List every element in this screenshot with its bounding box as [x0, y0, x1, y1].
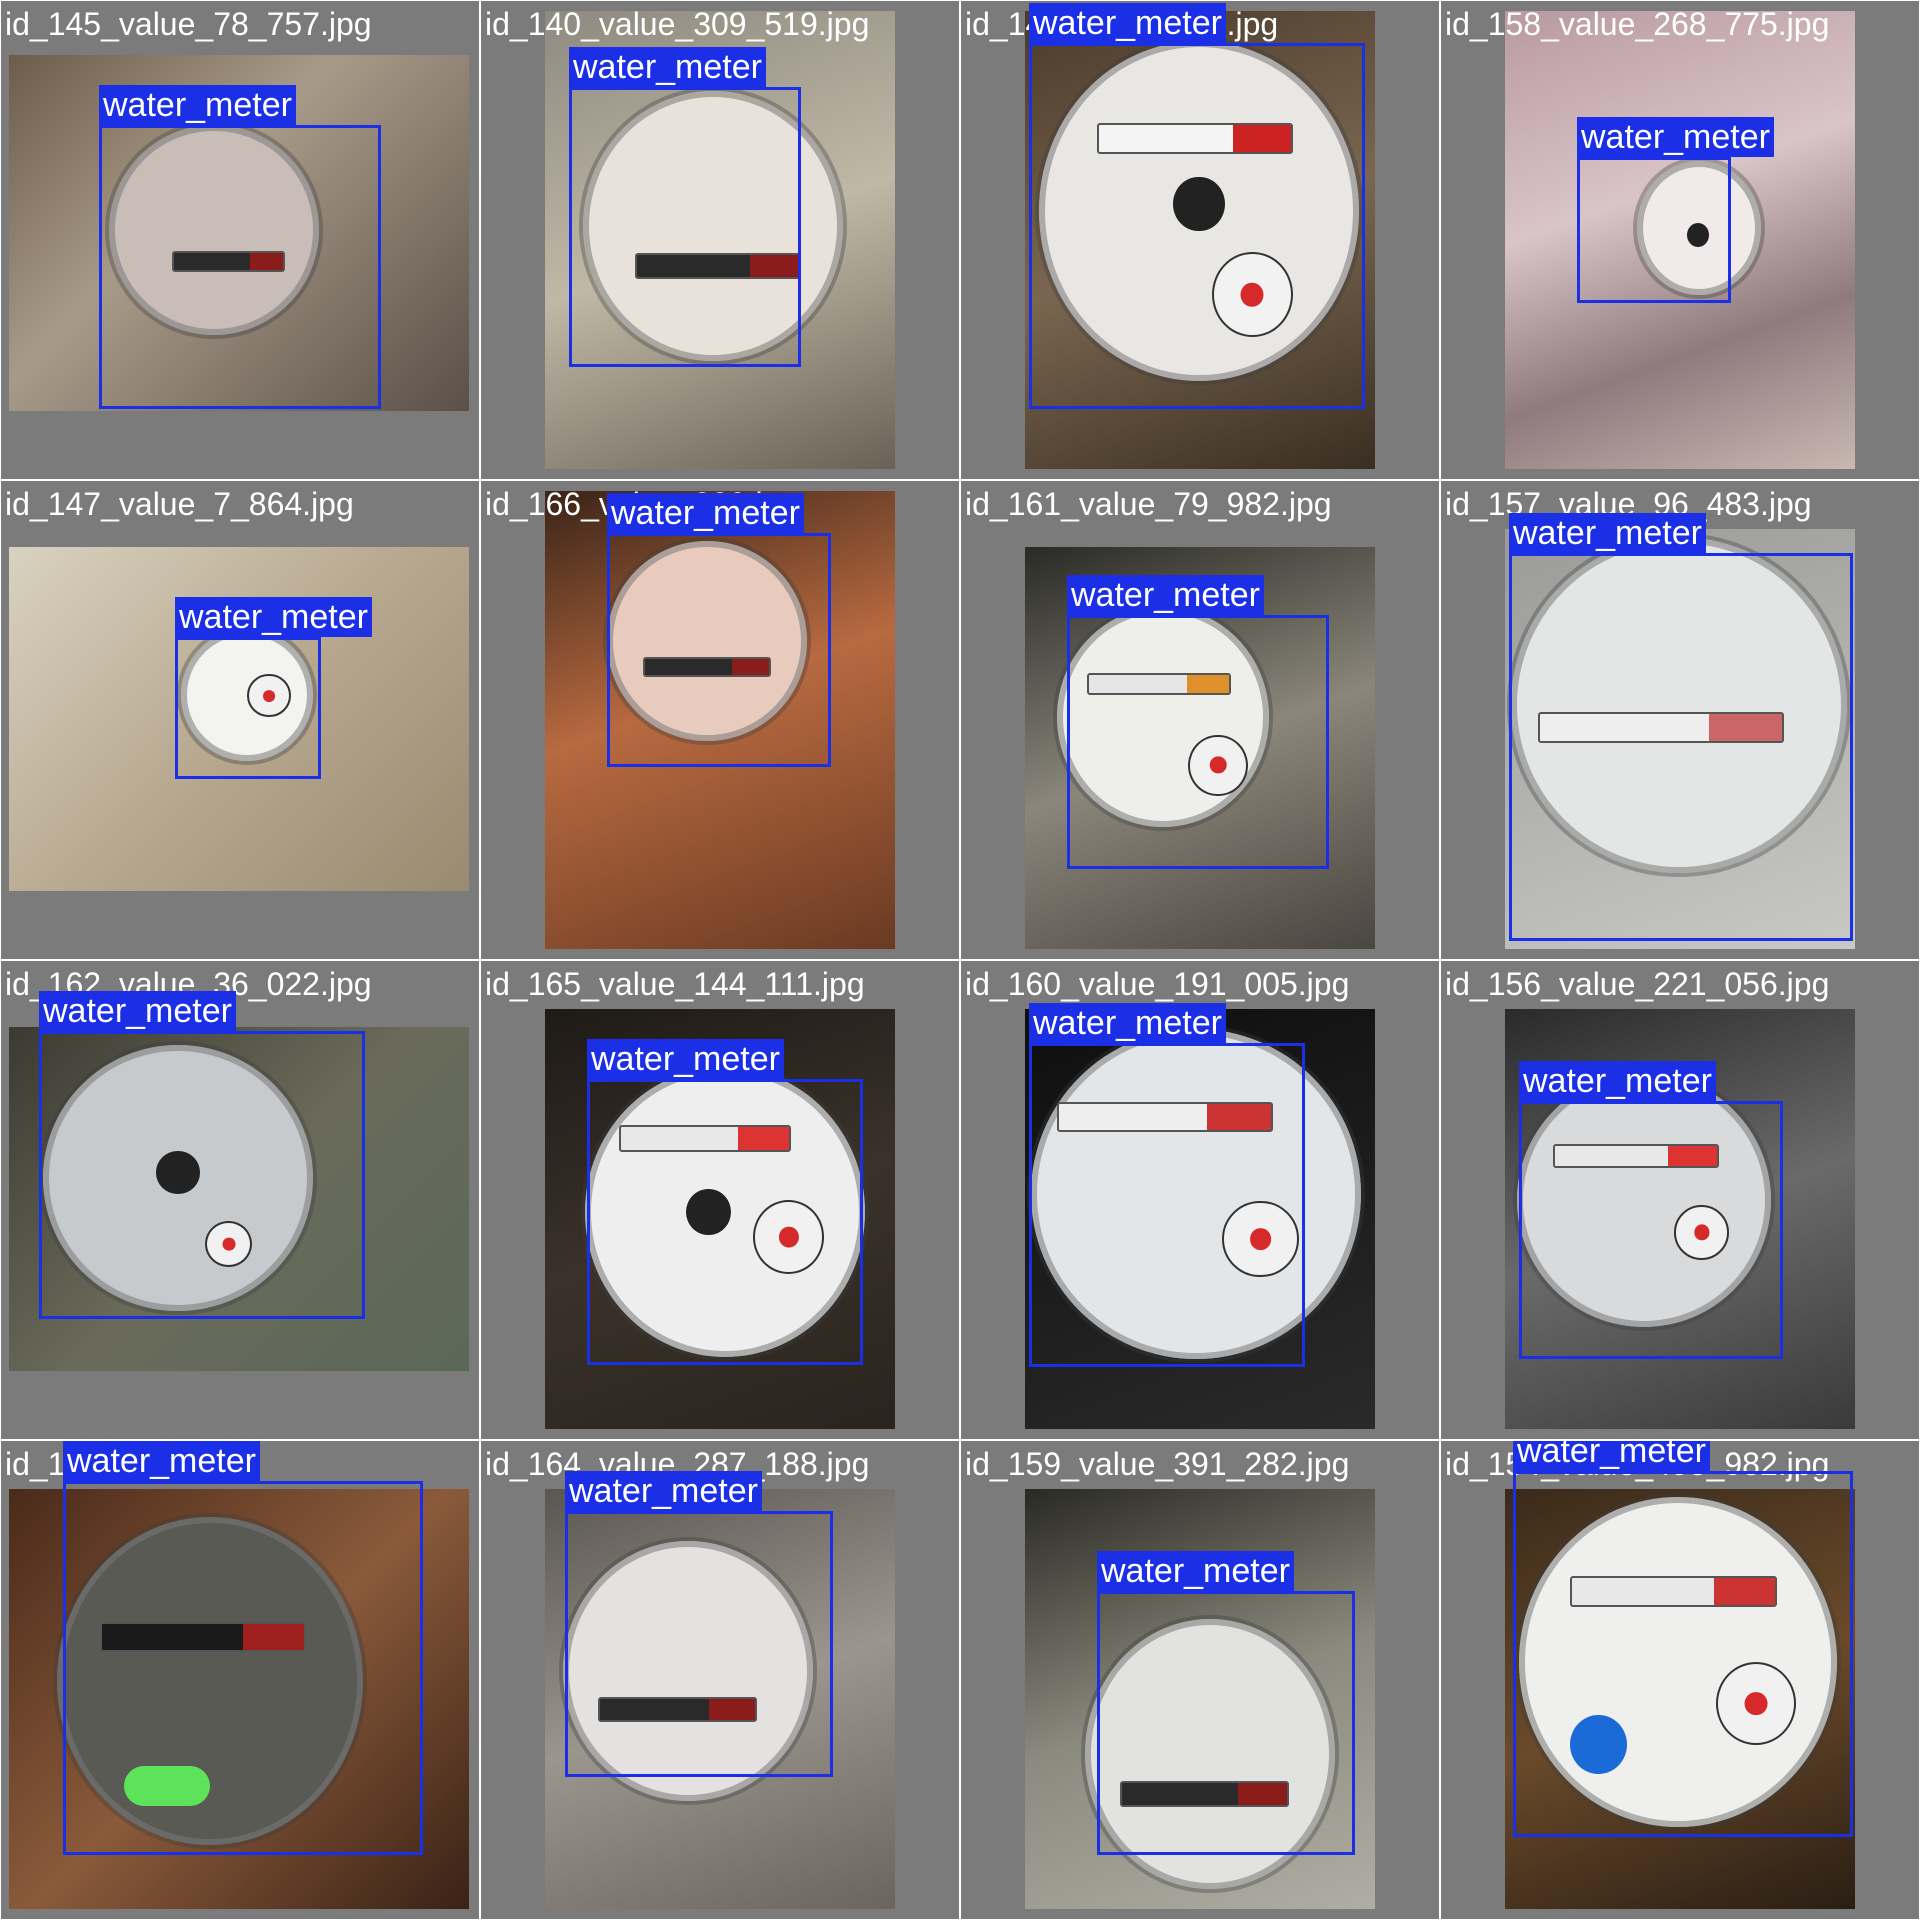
detection-label: water_meter — [1067, 575, 1264, 615]
detection-grid: id_145_value_78_757.jpg water_meter id_1… — [0, 0, 1920, 1920]
detection-label: water_meter — [39, 991, 236, 1031]
image-tile: id_157_value_96_483.jpg water_meter — [1441, 481, 1919, 959]
image-tile: id_162_value_36_022.jpg water_meter — [1, 961, 479, 1439]
image-filename: id_140_value_309_519.jpg — [485, 6, 870, 42]
detection-box — [1029, 43, 1365, 409]
image-tile: id_145_value_78_757.jpg water_meter — [1, 1, 479, 479]
detection-label: water_meter — [565, 1471, 762, 1511]
image-filename: id_159_value_391_282.jpg — [965, 1446, 1350, 1482]
detection-label: water_meter — [1029, 1003, 1226, 1043]
detection-box — [607, 533, 831, 767]
image-filename: id_160_value_191_005.jpg — [965, 966, 1350, 1002]
detection-label: water_meter — [99, 85, 296, 125]
image-tile: id_165_value_144_111.jpg water_meter — [481, 961, 959, 1439]
detection-box — [1519, 1101, 1783, 1359]
image-tile: id_158_value_268_775.jpg water_meter — [1441, 1, 1919, 479]
detection-box — [1067, 615, 1329, 869]
detection-label: water_meter — [175, 597, 372, 637]
detection-box — [565, 1511, 833, 1777]
detection-box — [569, 87, 801, 367]
image-filename: id_161_value_79_982.jpg — [965, 486, 1332, 522]
detection-box — [1029, 1043, 1305, 1367]
image-filename: id_158_value_268_775.jpg — [1445, 6, 1830, 42]
image-tile: id_147_value_7_864.jpg water_meter — [1, 481, 479, 959]
detection-box — [175, 637, 321, 779]
image-tile: id_156_value_221_056.jpg water_meter — [1441, 961, 1919, 1439]
detection-label: water_meter — [1513, 1441, 1710, 1471]
detection-label: water_meter — [1509, 513, 1706, 553]
detection-label: water_meter — [1029, 3, 1226, 43]
detection-box — [63, 1481, 423, 1855]
detection-label: water_meter — [587, 1039, 784, 1079]
image-tile: id_154_value_498_982.jpg water_meter — [1441, 1441, 1919, 1919]
image-tile: id_141_39.jpg water_meter — [1, 1441, 479, 1919]
detection-box — [99, 125, 381, 409]
image-filename: id_156_value_221_056.jpg — [1445, 966, 1830, 1002]
image-tile: id_159_value_391_282.jpg water_meter — [961, 1441, 1439, 1919]
detection-box — [39, 1031, 365, 1319]
detection-label: water_meter — [569, 47, 766, 87]
detection-label: water_meter — [63, 1441, 260, 1481]
image-tile: id_161_value_79_982.jpg water_meter — [961, 481, 1439, 959]
detection-box — [1509, 553, 1853, 941]
detection-label: water_meter — [1577, 117, 1774, 157]
detection-label: water_meter — [607, 493, 804, 533]
image-filename: id_147_value_7_864.jpg — [5, 486, 354, 522]
detection-label: water_meter — [1097, 1551, 1294, 1591]
detection-box — [1577, 157, 1731, 303]
detection-label: water_meter — [1519, 1061, 1716, 1101]
image-tile: id_160_value_191_005.jpg water_meter — [961, 961, 1439, 1439]
detection-box — [1513, 1471, 1853, 1837]
image-tile: id_166_value_329.jpg water_meter — [481, 481, 959, 959]
detection-box — [587, 1079, 863, 1365]
image-tile: id_164_value_287_188.jpg water_meter — [481, 1441, 959, 1919]
image-tile: id_140_value_309_519.jpg water_meter — [481, 1, 959, 479]
detection-box — [1097, 1591, 1355, 1855]
image-filename: id_165_value_144_111.jpg — [485, 966, 865, 1002]
image-tile: id_141_value_337.jpg water_meter — [961, 1, 1439, 479]
image-filename: id_145_value_78_757.jpg — [5, 6, 372, 42]
